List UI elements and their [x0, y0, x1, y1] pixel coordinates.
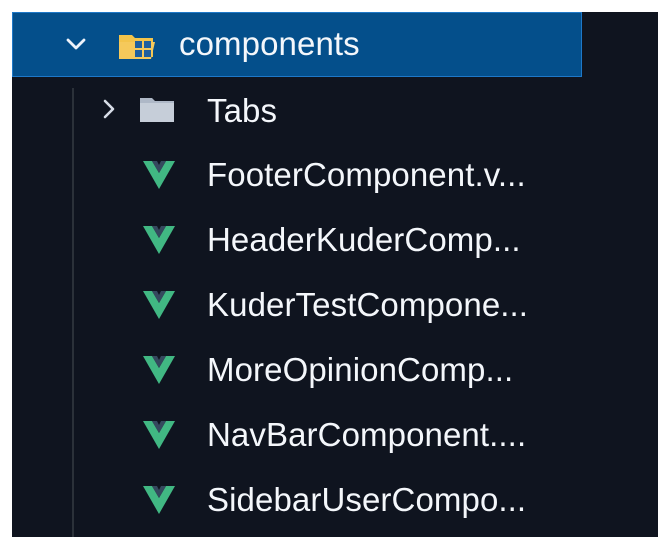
- folder-components-row[interactable]: components: [12, 12, 582, 77]
- file-row-kuder-test-component[interactable]: KuderTestCompone...: [12, 272, 582, 337]
- vue-icon: [142, 159, 176, 190]
- file-row-sidebar-user-component[interactable]: SidebarUserCompo...: [12, 467, 582, 532]
- file-label-sidebar-user-component: SidebarUserCompo...: [207, 481, 527, 518]
- folder-open-components-icon: [117, 27, 157, 63]
- folder-components-label: components: [179, 25, 360, 62]
- folder-tabs-label: Tabs: [207, 92, 278, 129]
- folder-icon: [139, 94, 175, 124]
- vue-icon: [142, 354, 176, 385]
- file-row-more-opinion-component[interactable]: MoreOpinionComp...: [12, 337, 582, 402]
- file-label-navbar-component: NavBarComponent....: [207, 416, 527, 453]
- vue-icon: [142, 484, 176, 515]
- vue-icon: [142, 224, 176, 255]
- chevron-down-icon[interactable]: [62, 30, 90, 58]
- vue-icon: [142, 289, 176, 320]
- file-row-header-kuder-component[interactable]: HeaderKuderComp...: [12, 207, 582, 272]
- file-label-header-kuder-component: HeaderKuderComp...: [207, 221, 521, 258]
- file-row-navbar-component[interactable]: NavBarComponent....: [12, 402, 582, 467]
- file-row-footer-component[interactable]: FooterComponent.v...: [12, 142, 582, 207]
- folder-tabs-row[interactable]: Tabs: [12, 77, 582, 142]
- file-label-more-opinion-component: MoreOpinionComp...: [207, 351, 514, 388]
- vue-icon: [142, 419, 176, 450]
- file-explorer: components Tabs FooterComponent.v... Hea…: [12, 12, 658, 537]
- file-label-kuder-test-component: KuderTestCompone...: [207, 286, 529, 323]
- file-label-footer-component: FooterComponent.v...: [207, 156, 526, 193]
- chevron-right-icon[interactable]: [95, 95, 123, 123]
